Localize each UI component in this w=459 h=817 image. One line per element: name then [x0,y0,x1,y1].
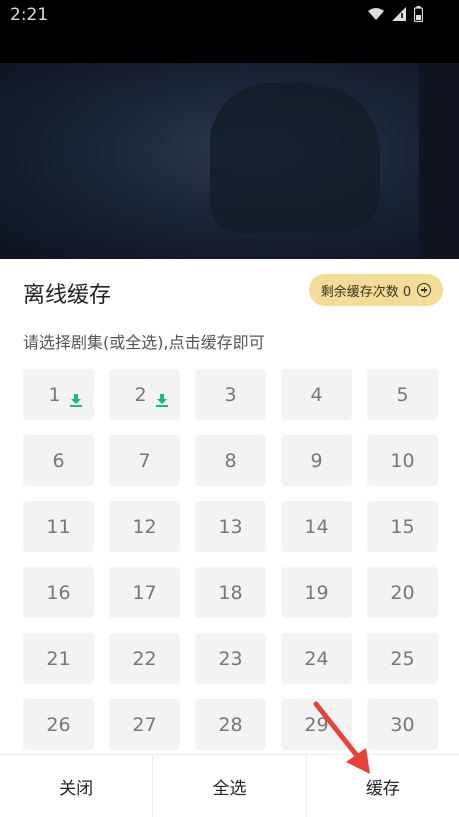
episode-button[interactable]: 23 [195,633,266,684]
episode-number: 9 [310,449,323,472]
episode-number: 21 [46,647,71,670]
episode-number: 10 [390,449,415,472]
episode-button[interactable]: 22 [109,633,180,684]
episode-number: 28 [218,713,243,736]
close-button[interactable]: 关闭 [0,755,154,817]
episode-button[interactable]: 10 [367,435,438,486]
episode-button[interactable]: 19 [281,567,352,618]
episode-button[interactable]: 14 [281,501,352,552]
video-top-bar [0,32,459,63]
video-frame-shape [210,83,380,233]
episode-number: 16 [46,581,71,604]
episode-button[interactable]: 9 [281,435,352,486]
episode-number: 18 [218,581,243,604]
episode-number: 26 [46,713,71,736]
episode-button[interactable]: 12 [109,501,180,552]
add-circle-icon [417,283,432,297]
episode-number: 8 [224,449,237,472]
episode-button[interactable]: 8 [195,435,266,486]
cache-button[interactable]: 缓存 [307,755,459,817]
episode-button[interactable]: 21 [23,633,94,684]
episode-button[interactable]: 16 [23,567,94,618]
status-bar: 2:21 [0,0,459,32]
episode-number: 19 [304,581,329,604]
battery-icon [414,6,423,22]
episode-button[interactable]: 6 [23,435,94,486]
episode-number: 4 [310,383,323,406]
bottom-action-bar: 关闭 全选 缓存 [0,754,459,817]
episode-button[interactable]: 18 [195,567,266,618]
offline-cache-sheet: 离线缓存 剩余缓存次数 0 请选择剧集(或全选),点击缓存即可 12345678… [0,259,459,816]
episode-button[interactable]: 15 [367,501,438,552]
episode-number: 14 [304,515,329,538]
episode-number: 5 [396,383,409,406]
instruction-text: 请选择剧集(或全选),点击缓存即可 [23,333,265,352]
video-player[interactable] [0,63,459,259]
episode-button[interactable]: 11 [23,501,94,552]
episode-button[interactable]: 17 [109,567,180,618]
episode-button[interactable]: 29 [281,699,352,750]
episode-button[interactable]: 30 [367,699,438,750]
episode-number: 17 [132,581,157,604]
episode-button[interactable]: 24 [281,633,352,684]
episode-number: 6 [52,449,65,472]
episode-number: 29 [304,713,329,736]
episode-number: 3 [224,383,237,406]
episode-number: 1 [48,383,61,406]
episode-number: 24 [304,647,329,670]
signal-icon [392,7,406,21]
video-frame-wall [419,63,459,259]
episode-number: 25 [390,647,415,670]
status-icons [368,6,423,22]
remaining-cache-badge[interactable]: 剩余缓存次数 0 [309,274,443,306]
episode-button[interactable]: 26 [23,699,94,750]
episode-number: 30 [390,713,415,736]
episode-number: 11 [46,515,71,538]
wifi-icon [368,8,384,20]
episode-grid: 1 2 3 4 5 6 7 8 9 10 11 12 13 14 15 16 17 18 19 20 21 22 23 24 2… [23,369,438,750]
episode-number: 2 [134,383,147,406]
episode-button[interactable]: 4 [281,369,352,420]
episode-button[interactable]: 7 [109,435,180,486]
episode-button[interactable]: 27 [109,699,180,750]
status-time: 2:21 [10,5,49,25]
select-all-button[interactable]: 全选 [153,755,307,817]
episode-button[interactable]: 2 [109,369,180,420]
episode-button[interactable]: 3 [195,369,266,420]
episode-number: 15 [390,515,415,538]
episode-button[interactable]: 13 [195,501,266,552]
episode-button[interactable]: 28 [195,699,266,750]
episode-number: 20 [390,581,415,604]
downloaded-icon [156,394,168,407]
episode-number: 22 [132,647,157,670]
episode-number: 13 [218,515,243,538]
episode-button[interactable]: 1 [23,369,94,420]
sheet-title: 离线缓存 [23,283,112,308]
episode-number: 27 [132,713,157,736]
episode-button[interactable]: 20 [367,567,438,618]
remaining-cache-label: 剩余缓存次数 0 [320,284,412,300]
episode-number: 12 [132,515,157,538]
downloaded-icon [70,394,82,407]
episode-button[interactable]: 5 [367,369,438,420]
episode-number: 23 [218,647,243,670]
episode-number: 7 [138,449,151,472]
episode-button[interactable]: 25 [367,633,438,684]
